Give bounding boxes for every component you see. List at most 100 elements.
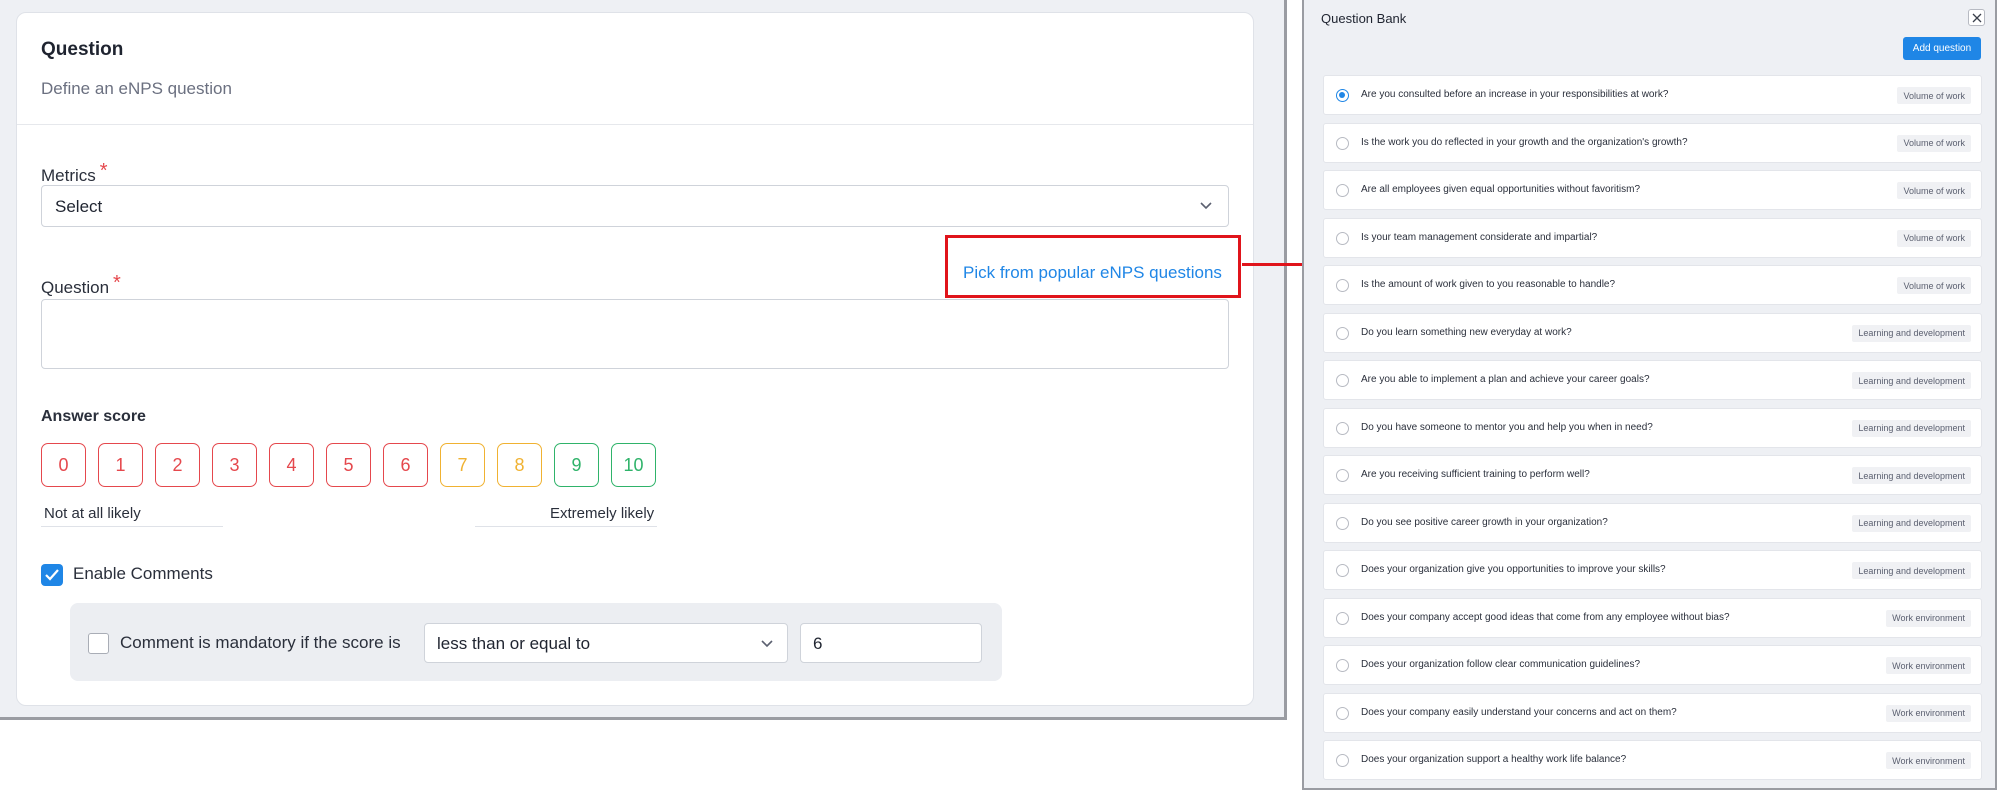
question-text: Is your team management considerate and …: [1361, 231, 1598, 243]
question-label: Question *: [41, 272, 121, 299]
category-tag: Work environment: [1886, 657, 1971, 674]
high-score-label: Extremely likely: [550, 505, 655, 522]
radio-button[interactable]: [1336, 184, 1349, 197]
list-item[interactable]: Does your company easily understand your…: [1323, 692, 1982, 733]
radio-button[interactable]: [1336, 469, 1349, 482]
category-tag: Learning and development: [1852, 467, 1971, 484]
question-bank-panel: Question Bank Add question Are you consu…: [1302, 0, 1997, 790]
score-button[interactable]: 4: [269, 443, 314, 487]
metrics-label-text: Metrics: [41, 166, 96, 185]
radio-button[interactable]: [1336, 706, 1349, 720]
close-icon: [1972, 13, 1982, 23]
list-item[interactable]: Are you consulted before an increase in …: [1323, 75, 1982, 115]
radio-button[interactable]: [1336, 374, 1349, 387]
card-subtitle: Define an eNPS question: [41, 79, 232, 98]
question-text: Are you receiving sufficient training to…: [1361, 469, 1590, 480]
list-item[interactable]: Do you see positive career growth in you…: [1323, 502, 1982, 543]
radio-button[interactable]: [1336, 564, 1349, 577]
category-tag: Learning and development: [1852, 372, 1971, 389]
list-item[interactable]: Is your team management considerate and …: [1323, 217, 1982, 258]
question-text: Are you able to implement a plan and ach…: [1361, 374, 1650, 385]
chevron-down-icon: [761, 640, 773, 648]
comment-mandatory-checkbox[interactable]: [88, 633, 109, 654]
enable-comments-checkbox[interactable]: [41, 564, 63, 586]
score-button[interactable]: 0: [41, 443, 86, 487]
condition-select-value: less than or equal to: [437, 634, 591, 653]
score-button[interactable]: 2: [155, 443, 200, 487]
radio-button[interactable]: [1336, 279, 1349, 292]
chevron-down-icon: [1200, 202, 1212, 210]
score-button[interactable]: 5: [326, 443, 371, 487]
score-button[interactable]: 8: [497, 443, 542, 487]
category-tag: Learning and development: [1852, 419, 1971, 437]
metrics-select-value: Select: [55, 197, 103, 216]
list-item[interactable]: Is the amount of work given to you reaso…: [1323, 265, 1982, 305]
metrics-select[interactable]: Select: [41, 185, 1229, 227]
category-tag: Learning and development: [1852, 324, 1971, 342]
list-item[interactable]: Are you receiving sufficient training to…: [1323, 455, 1982, 495]
question-text: Are you consulted before an increase in …: [1361, 89, 1669, 100]
list-item[interactable]: Is the work you do reflected in your gro…: [1323, 122, 1982, 163]
answer-score-label: Answer score: [41, 408, 146, 425]
checkmark-icon: [45, 569, 59, 581]
enable-comments-label: Enable Comments: [73, 564, 213, 583]
radio-button[interactable]: [1336, 421, 1349, 435]
category-tag: Volume of work: [1897, 134, 1971, 152]
question-text: Do you have someone to mentor you and he…: [1361, 421, 1653, 433]
score-button[interactable]: 6: [383, 443, 428, 487]
question-text: Are all employees given equal opportunit…: [1361, 184, 1641, 195]
low-label-underline: [41, 526, 223, 527]
score-threshold-input[interactable]: 6: [800, 623, 982, 663]
score-button[interactable]: 10: [611, 443, 656, 487]
required-mark: *: [113, 272, 121, 294]
question-form-panel: Question Define an eNPS question Metrics…: [0, 0, 1287, 720]
highlight-annotation: [945, 235, 1241, 298]
score-threshold-value: 6: [813, 634, 823, 653]
list-item[interactable]: Does your organization support a healthy…: [1323, 740, 1982, 780]
question-textarea[interactable]: [41, 299, 1229, 369]
required-mark: *: [99, 160, 108, 182]
list-item[interactable]: Does your organization give you opportun…: [1323, 550, 1982, 590]
comment-mandatory-label: Comment is mandatory if the score is: [120, 633, 401, 652]
category-tag: Work environment: [1886, 752, 1971, 769]
category-tag: Work environment: [1886, 609, 1971, 627]
question-text: Does your organization give you opportun…: [1361, 564, 1666, 575]
low-score-label: Not at all likely: [44, 505, 141, 522]
radio-button[interactable]: [1336, 611, 1349, 625]
question-bank-list: Are you consulted before an increase in …: [1323, 75, 1982, 788]
question-text: Does your company accept good ideas that…: [1361, 611, 1730, 623]
radio-button[interactable]: [1336, 754, 1349, 767]
score-button[interactable]: 3: [212, 443, 257, 487]
condition-select[interactable]: less than or equal to: [424, 623, 788, 663]
list-item[interactable]: Do you learn something new everyday at w…: [1323, 312, 1982, 353]
radio-button[interactable]: [1336, 326, 1349, 340]
question-text: Does your organization follow clear comm…: [1361, 659, 1641, 670]
radio-button[interactable]: [1336, 136, 1349, 150]
add-question-button[interactable]: Add question: [1903, 37, 1981, 60]
question-bank-title: Question Bank: [1321, 11, 1407, 26]
comment-condition-box: Comment is mandatory if the score is les…: [70, 603, 1002, 681]
list-item[interactable]: Are you able to implement a plan and ach…: [1323, 360, 1982, 400]
radio-button[interactable]: [1336, 231, 1349, 245]
category-tag: Learning and development: [1852, 514, 1971, 532]
radio-button[interactable]: [1336, 89, 1349, 102]
list-item[interactable]: Does your company accept good ideas that…: [1323, 597, 1982, 638]
category-tag: Work environment: [1886, 704, 1971, 722]
highlight-connector-line: [1242, 263, 1302, 266]
score-button[interactable]: 9: [554, 443, 599, 487]
score-button[interactable]: 7: [440, 443, 485, 487]
radio-button[interactable]: [1336, 659, 1349, 672]
category-tag: Learning and development: [1852, 562, 1971, 579]
close-button[interactable]: [1968, 9, 1985, 26]
question-text: Does your company easily understand your…: [1361, 706, 1677, 718]
radio-button[interactable]: [1336, 516, 1349, 530]
score-button[interactable]: 1: [98, 443, 143, 487]
card-header: Question Define an eNPS question: [17, 13, 1253, 125]
question-label-text: Question: [41, 278, 110, 297]
question-text: Is the amount of work given to you reaso…: [1361, 279, 1616, 290]
list-item[interactable]: Does your organization follow clear comm…: [1323, 645, 1982, 685]
list-item[interactable]: Do you have someone to mentor you and he…: [1323, 407, 1982, 448]
category-tag: Volume of work: [1897, 182, 1971, 199]
list-item[interactable]: Are all employees given equal opportunit…: [1323, 170, 1982, 210]
question-text: Is the work you do reflected in your gro…: [1361, 136, 1688, 148]
